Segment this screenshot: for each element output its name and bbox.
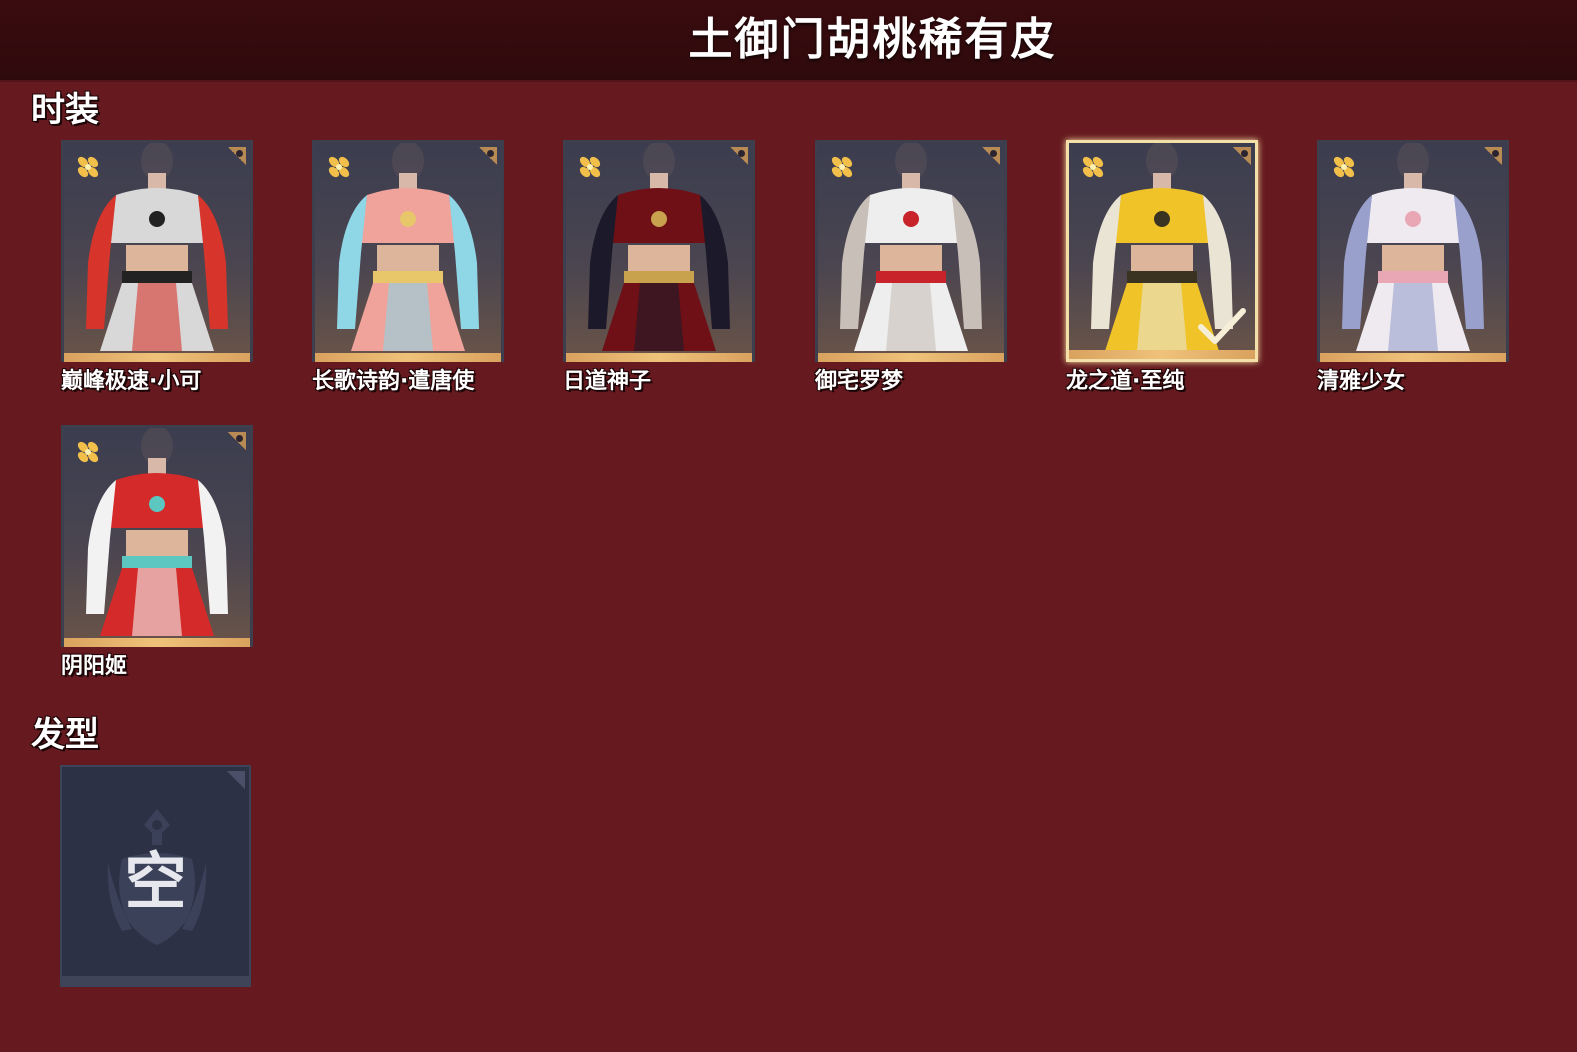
page-title: 土御门胡桃稀有皮 [688, 14, 1057, 65]
rarity-strip [64, 638, 250, 647]
section-title-hair: 发型 [31, 715, 99, 755]
rarity-strip [315, 353, 501, 362]
rarity-strip [818, 353, 1004, 362]
corner-ornament-icon [1233, 147, 1251, 165]
corner-ornament-icon [228, 432, 246, 450]
card-bottom-strip [62, 976, 249, 985]
skin-item[interactable]: 阴阳姬 [61, 425, 253, 681]
skin-name: 阴阳姬 [61, 654, 128, 679]
skin-card[interactable] [815, 140, 1007, 362]
gold-flower-icon [77, 156, 99, 178]
hair-empty-slot[interactable]: 空 [60, 765, 251, 987]
corner-ornament-icon [1484, 147, 1502, 165]
skin-name: 巅峰极速·小可 [61, 369, 202, 394]
skin-card[interactable] [61, 140, 253, 362]
skin-card[interactable] [61, 425, 253, 647]
rarity-strip [566, 353, 752, 362]
gold-flower-icon [328, 156, 350, 178]
title-bar: 土御门胡桃稀有皮 [0, 0, 1577, 82]
skin-item[interactable]: 长歌诗韵·遣唐使 [312, 140, 504, 396]
rarity-strip [1320, 353, 1506, 362]
skin-name: 清雅少女 [1317, 369, 1406, 394]
checkmark-icon [1198, 308, 1246, 344]
rarity-strip [64, 353, 250, 362]
corner-ornament-icon [228, 147, 246, 165]
corner-ornament-icon [730, 147, 748, 165]
gold-flower-icon [1082, 156, 1104, 178]
skin-name: 龙之道·至纯 [1066, 369, 1185, 394]
empty-label: 空 [124, 845, 187, 918]
corner-ornament-icon [227, 771, 245, 789]
skin-name: 日道神子 [563, 369, 652, 394]
skin-item[interactable]: 龙之道·至纯 [1066, 140, 1258, 396]
gold-flower-icon [1333, 156, 1355, 178]
skin-item[interactable]: 御宅罗梦 [815, 140, 1007, 396]
skin-card[interactable] [563, 140, 755, 362]
gold-flower-icon [579, 156, 601, 178]
skin-card[interactable] [1317, 140, 1509, 362]
skin-name: 长歌诗韵·遣唐使 [312, 369, 475, 394]
skin-card[interactable] [1066, 140, 1258, 362]
section-title-fashion: 时装 [31, 90, 99, 130]
skin-item[interactable]: 巅峰极速·小可 [61, 140, 253, 396]
skin-item[interactable]: 日道神子 [563, 140, 755, 396]
skin-item[interactable]: 清雅少女 [1317, 140, 1509, 396]
corner-ornament-icon [479, 147, 497, 165]
gold-flower-icon [77, 441, 99, 463]
rarity-strip [1069, 350, 1255, 359]
skin-name: 御宅罗梦 [815, 369, 904, 394]
corner-ornament-icon [982, 147, 1000, 165]
skin-card[interactable] [312, 140, 504, 362]
gold-flower-icon [831, 156, 853, 178]
